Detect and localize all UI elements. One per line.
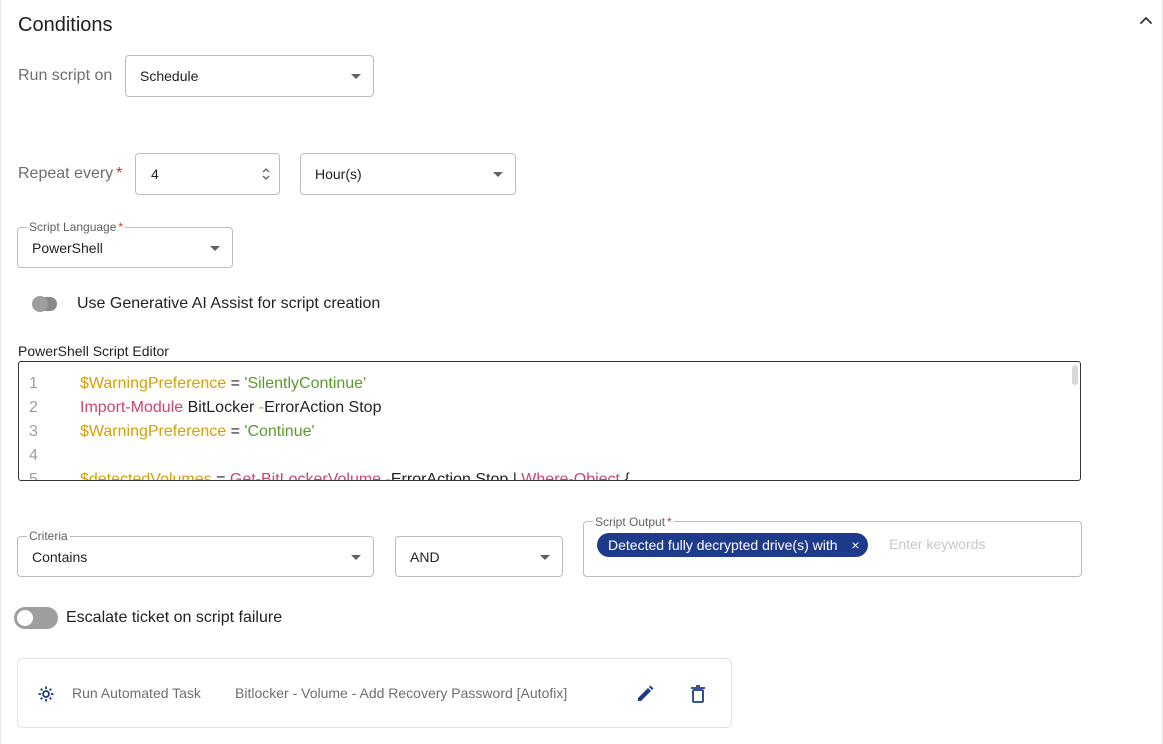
code-text: Import-Module BitLocker -ErrorAction Sto… — [80, 396, 381, 420]
required-mark: * — [118, 220, 124, 234]
conditions-panel: Conditions Run script on Schedule Repeat… — [0, 0, 1163, 744]
code-token: $WarningPreference — [80, 423, 227, 440]
repeat-unit-select[interactable]: Hour(s) — [300, 153, 516, 195]
code-token: = — [226, 375, 245, 392]
run-script-label: Run script on — [18, 67, 113, 84]
stepper-icon[interactable] — [261, 166, 271, 182]
task-description: Bitlocker - Volume - Add Recovery Passwo… — [235, 685, 568, 701]
script-output-legend-text: Script Output — [595, 515, 666, 529]
repeat-unit-value: Hour(s) — [315, 166, 362, 182]
repeat-label: Repeat every * — [18, 165, 122, 183]
caret-down-icon — [493, 172, 503, 177]
operator-select[interactable]: AND — [395, 536, 563, 577]
keyword-chip: Detected fully decrypted drive(s) with × — [597, 533, 868, 557]
code-token: 'Continue' — [244, 423, 315, 440]
code-token: - — [381, 471, 391, 481]
criteria-legend: Criteria — [27, 529, 70, 543]
run-script-value: Schedule — [140, 68, 199, 84]
code-token: Where-Object — [521, 471, 620, 481]
code-token: Get-BitLockerVolume — [229, 471, 382, 481]
criteria-select[interactable]: Contains — [17, 536, 374, 577]
keyword-chip-text: Detected fully decrypted drive(s) with — [608, 537, 838, 553]
chevron-up-icon[interactable] — [1137, 12, 1155, 30]
repeat-number-input[interactable]: 4 — [135, 153, 280, 195]
line-number: 3 — [29, 423, 38, 440]
edit-pencil-icon[interactable] — [635, 684, 655, 704]
escalate-toggle[interactable] — [14, 607, 58, 629]
line-number: 4 — [29, 447, 38, 464]
escalate-row: Escalate ticket on script failure — [14, 607, 282, 629]
code-text: $detectedVolumes = Get-BitLockerVolume -… — [80, 468, 630, 481]
code-token: = — [211, 471, 230, 481]
ai-assist-label: Use Generative AI Assist for script crea… — [77, 295, 381, 312]
script-language-value: PowerShell — [32, 240, 103, 256]
close-icon[interactable]: × — [851, 533, 859, 557]
code-token: Import-Module — [80, 399, 184, 416]
code-line: 2 Import-Module BitLocker -ErrorAction St… — [19, 396, 1080, 420]
code-token: $detectedVolumes — [80, 471, 212, 481]
code-line: 5 $detectedVolumes = Get-BitLockerVolume … — [19, 468, 1080, 481]
escalate-label: Escalate ticket on script failure — [66, 609, 283, 626]
script-language-legend-text: Script Language — [29, 220, 117, 234]
ai-assist-toggle[interactable] — [32, 296, 57, 312]
code-token: { — [620, 471, 630, 481]
operator-value: AND — [410, 548, 440, 565]
code-token: $WarningPreference — [80, 375, 227, 392]
script-output-legend: Script Output * — [593, 515, 674, 529]
toggle-knob — [17, 610, 33, 626]
keywords-input[interactable] — [889, 533, 1069, 555]
section-title: Conditions — [18, 14, 113, 36]
run-script-select[interactable]: Schedule — [125, 55, 374, 97]
code-token: ErrorAction Stop — [390, 471, 513, 481]
script-editor[interactable]: 1 $WarningPreference = 'SilentlyContinue'… — [18, 361, 1081, 481]
caret-down-icon — [210, 245, 220, 251]
editor-label: PowerShell Script Editor — [18, 343, 169, 359]
code-line: 3 $WarningPreference = 'Continue' — [19, 420, 1080, 444]
code-line: 4 — [19, 444, 1080, 468]
code-token: = — [226, 423, 245, 440]
line-number: 2 — [29, 399, 38, 416]
script-language-legend: Script Language * — [27, 220, 126, 234]
code-token: ErrorAction Stop — [264, 399, 382, 416]
code-line: 1 $WarningPreference = 'SilentlyContinue' — [19, 372, 1080, 396]
code-text: $WarningPreference = 'SilentlyContinue' — [80, 372, 366, 396]
line-number: 1 — [29, 375, 38, 392]
task-type-label: Run Automated Task — [72, 685, 201, 701]
code-text: $WarningPreference = 'Continue' — [80, 420, 315, 444]
criteria-value: Contains — [32, 549, 88, 565]
caret-down-icon — [351, 554, 361, 560]
code-token: BitLocker — [183, 399, 259, 416]
automated-task-card: Run Automated Task Bitlocker - Volume - … — [17, 658, 732, 728]
caret-down-icon — [540, 554, 550, 560]
required-mark: * — [116, 165, 123, 182]
code-token: 'SilentlyContinue' — [244, 375, 367, 392]
ai-assist-row: Use Generative AI Assist for script crea… — [32, 295, 381, 313]
caret-down-icon — [351, 74, 361, 79]
repeat-label-text: Repeat every — [18, 165, 114, 182]
repeat-number-value: 4 — [151, 166, 159, 182]
trash-icon[interactable] — [688, 684, 708, 704]
gear-automation-icon — [38, 686, 54, 702]
required-mark: * — [667, 515, 672, 529]
code-token: | — [512, 471, 522, 481]
line-number: 5 — [29, 471, 38, 481]
